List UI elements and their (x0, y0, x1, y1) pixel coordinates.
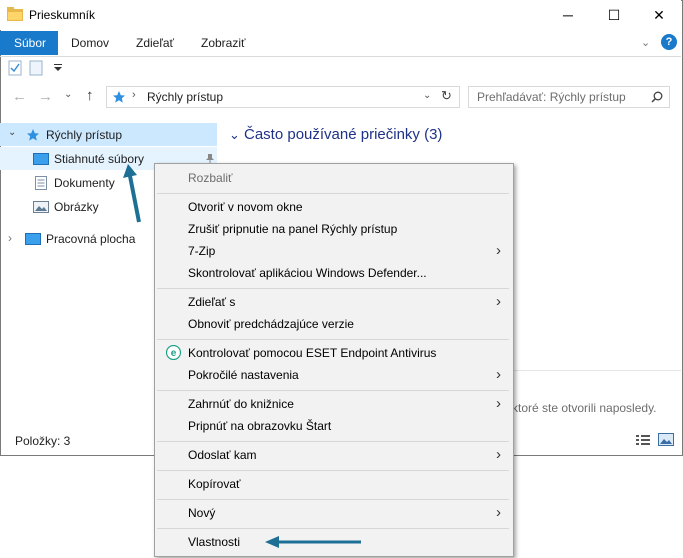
back-arrow-icon[interactable]: ← (12, 88, 27, 105)
menu-item-new[interactable]: Nový (188, 503, 215, 523)
menu-item-expand[interactable]: Rozbaliť (188, 168, 233, 188)
nav-label-desktop: Pracovná plocha (46, 232, 136, 246)
address-field[interactable]: › Rýchly prístup ⌄ ↻ (106, 86, 460, 108)
expand-chevron-icon[interactable]: › (8, 231, 12, 245)
menu-item-advanced-settings[interactable]: Pokročilé nastavenia (188, 365, 299, 385)
menu-item-defender[interactable]: Skontrolovať aplikáciou Windows Defender… (188, 263, 427, 283)
close-button[interactable]: ✕ (636, 0, 682, 30)
menu-separator (157, 288, 509, 289)
details-view-icon[interactable] (636, 434, 650, 446)
menu-separator (157, 441, 509, 442)
menu-separator (157, 193, 509, 194)
annotation-arrow-up-icon (123, 164, 141, 223)
menu-item-send-to[interactable]: Odoslať kam (188, 445, 257, 465)
quick-access-star-icon (27, 129, 39, 141)
svg-text:e: e (171, 348, 177, 359)
customize-toolbar-icon[interactable] (53, 64, 63, 72)
tab-home[interactable]: Domov (57, 31, 123, 55)
submenu-arrow-icon: › (496, 293, 501, 310)
menu-item-unpin[interactable]: Zrušiť pripnutie na panel Rýchly prístup (188, 219, 397, 239)
folder-icon (7, 7, 23, 21)
properties-check-icon[interactable] (8, 60, 22, 76)
large-icons-view-icon[interactable] (658, 433, 674, 446)
group-divider (512, 370, 681, 371)
help-button[interactable]: ? (661, 34, 677, 50)
tab-view[interactable]: Zobraziť (187, 31, 260, 55)
forward-arrow-icon[interactable]: → (38, 88, 53, 105)
menu-item-copy[interactable]: Kopírovať (188, 474, 241, 494)
maximize-button[interactable]: ☐ (591, 0, 637, 30)
breadcrumb-chevron-icon[interactable]: › (132, 89, 136, 101)
quick-access-star-icon (113, 91, 125, 103)
context-menu: Rozbaliť Otvoriť v novom okne Zrušiť pri… (154, 163, 514, 557)
nav-label-documents: Dokumenty (54, 176, 115, 190)
menu-separator (157, 499, 509, 500)
frequent-folders-header[interactable]: Často používané priečinky (3) (244, 126, 442, 143)
tab-share[interactable]: Zdieľať (122, 31, 188, 55)
pictures-icon (33, 201, 49, 213)
title-bar: Prieskumník ─ ☐ ✕ (0, 0, 681, 30)
documents-icon (35, 176, 47, 190)
menu-separator (157, 339, 509, 340)
window-title: Prieskumník (29, 8, 96, 22)
eset-icon: e (166, 345, 181, 360)
menu-separator (157, 528, 509, 529)
annotation-arrow-left-icon (265, 536, 361, 548)
submenu-arrow-icon: › (496, 504, 501, 521)
menu-item-share-with[interactable]: Zdieľať s (188, 292, 235, 312)
menu-item-7zip[interactable]: 7-Zip (188, 241, 215, 261)
recent-files-hint: ktoré ste otvorili naposledy. (512, 401, 657, 415)
submenu-arrow-icon: › (496, 446, 501, 463)
nav-item-quick-access[interactable]: ⌄ Rýchly prístup (0, 123, 217, 146)
menu-item-restore-versions[interactable]: Obnoviť predchádzajúce verzie (188, 314, 354, 334)
desktop-icon (25, 233, 41, 245)
nav-label-quick-access: Rýchly prístup (46, 128, 123, 142)
menu-item-properties[interactable]: Vlastnosti (188, 532, 240, 552)
group-collapse-icon[interactable]: ⌄ (229, 127, 240, 143)
menu-item-include-library[interactable]: Zahrnúť do knižnice (188, 394, 294, 414)
collapse-chevron-icon[interactable]: ⌄ (8, 127, 16, 138)
menu-item-pin-start[interactable]: Pripnúť na obrazovku Štart (188, 416, 331, 436)
downloads-folder-icon (33, 153, 49, 165)
tab-file[interactable]: Súbor (0, 31, 58, 55)
ribbon-expand-icon[interactable]: ⌄ (641, 36, 650, 49)
submenu-arrow-icon: › (496, 366, 501, 383)
search-placeholder: Prehľadávať: Rýchly prístup (477, 90, 626, 104)
minimize-button[interactable]: ─ (545, 0, 591, 30)
menu-item-open-new-window[interactable]: Otvoriť v novom okne (188, 197, 303, 217)
submenu-arrow-icon: › (496, 395, 501, 412)
new-folder-icon[interactable] (29, 60, 43, 76)
menu-separator (157, 390, 509, 391)
menu-item-eset-scan[interactable]: Kontrolovať pomocou ESET Endpoint Antivi… (188, 343, 436, 363)
quick-access-toolbar (0, 56, 681, 80)
nav-label-pictures: Obrázky (54, 200, 99, 214)
status-item-count: Položky: 3 (15, 434, 71, 448)
search-field[interactable]: Prehľadávať: Rýchly prístup (468, 86, 670, 108)
search-icon[interactable] (651, 91, 663, 103)
recent-locations-icon[interactable]: ⌄ (64, 89, 72, 100)
breadcrumb-quick-access[interactable]: Rýchly prístup (147, 90, 223, 104)
refresh-icon[interactable]: ↻ (441, 88, 452, 104)
menu-separator (157, 470, 509, 471)
up-arrow-icon[interactable]: ↑ (86, 87, 94, 104)
address-dropdown-icon[interactable]: ⌄ (423, 90, 431, 101)
submenu-arrow-icon: › (496, 242, 501, 259)
